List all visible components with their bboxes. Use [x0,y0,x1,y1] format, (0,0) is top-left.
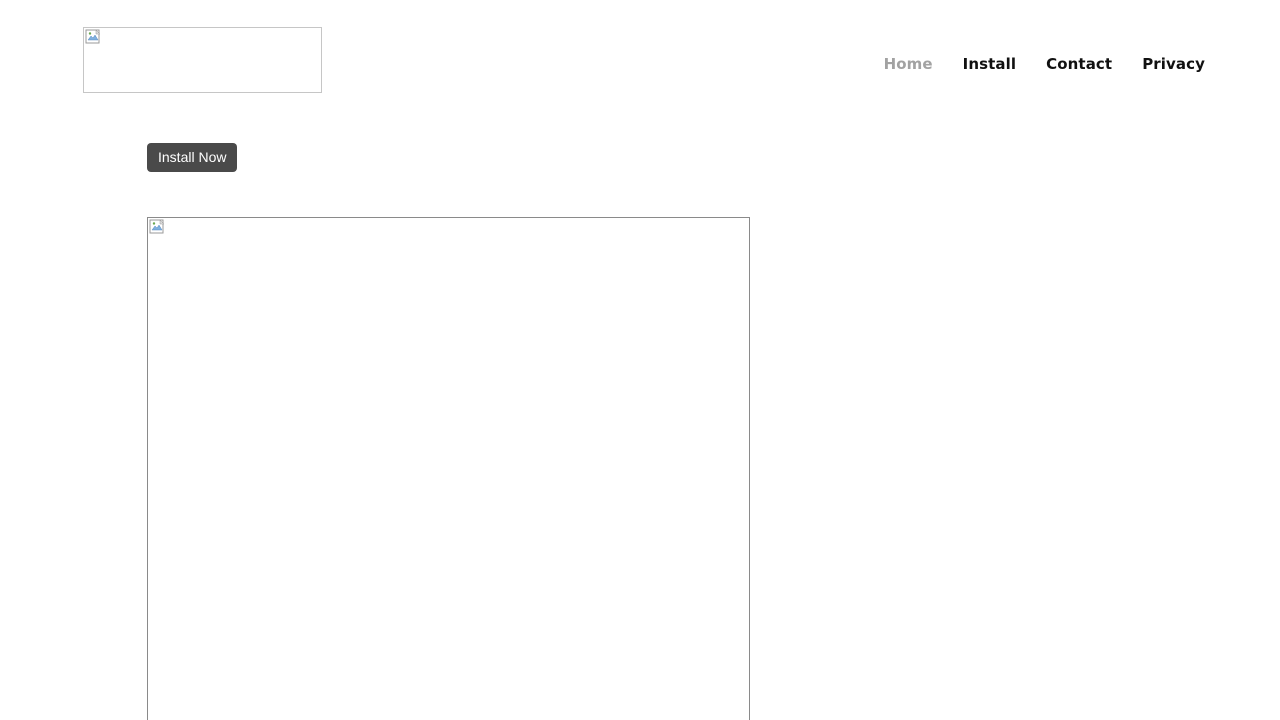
install-now-button[interactable]: Install Now [147,143,238,172]
nav-contact[interactable]: Contact [1046,53,1112,75]
hero-image [147,217,750,720]
nav-privacy[interactable]: Privacy [1142,53,1205,75]
nav-install[interactable]: Install [963,53,1016,75]
site-header: Home Install Contact Privacy [0,0,1280,120]
site-logo[interactable] [83,27,322,93]
broken-image-icon [149,219,165,234]
nav-home[interactable]: Home [884,53,933,75]
broken-image-icon [85,29,101,44]
main-nav: Home Install Contact Privacy [884,53,1205,75]
page: Home Install Contact Privacy Install Now [0,0,1280,720]
